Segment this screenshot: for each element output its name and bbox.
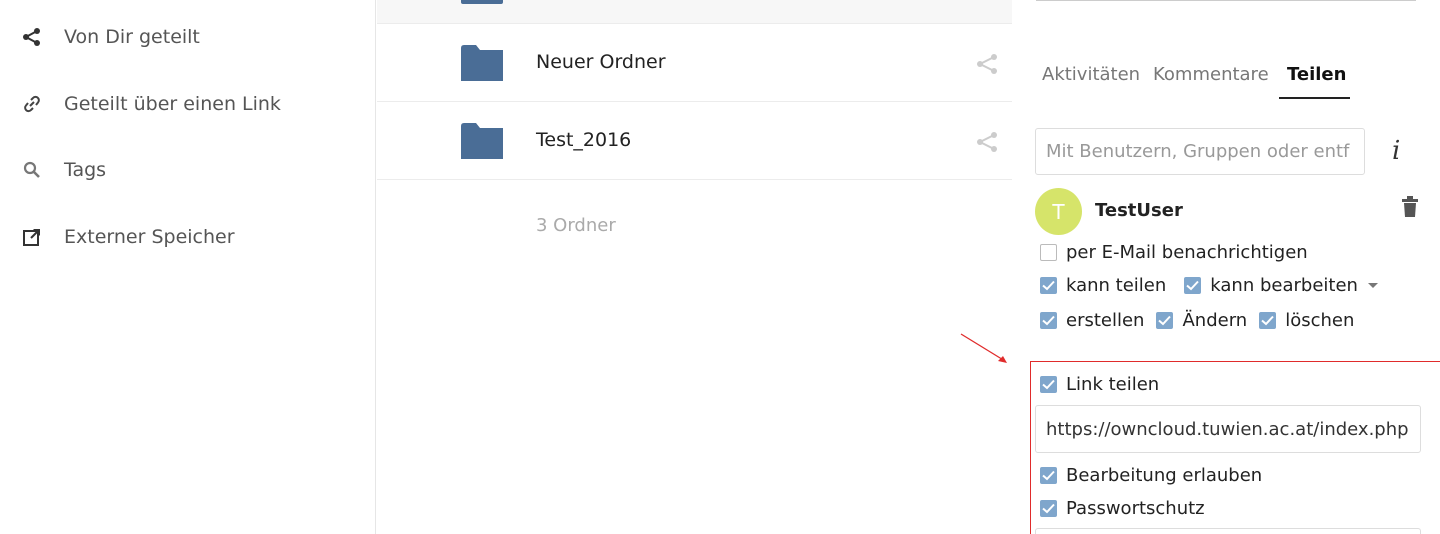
avatar: T [1035,188,1082,235]
search-icon [21,159,43,181]
can-edit-checkbox[interactable] [1184,277,1202,294]
checkbox-label: per E-Mail benachrichtigen [1066,242,1308,263]
create-checkbox[interactable] [1040,312,1057,329]
checkbox-label: Link teilen [1066,374,1160,395]
active-tab-indicator [1279,97,1350,99]
share-icon [21,26,43,48]
sidebar: Von Dir geteilt Geteilt über einen Link … [0,0,376,534]
folder-icon [461,45,503,81]
notify-email-row: per E-Mail benachrichtigen [1040,242,1326,263]
file-list: Neuer Ordner Test_2016 3 Ordner [377,0,1012,534]
share-link-row: Link teilen [1040,374,1177,395]
share-with-input[interactable] [1035,128,1365,175]
tab-comments[interactable]: Kommentare [1153,64,1269,85]
file-count-summary: 3 Ordner [536,215,616,236]
notify-email-checkbox[interactable] [1040,244,1057,261]
tab-activities[interactable]: Aktivitäten [1042,64,1140,85]
checkbox-label: Passwortschutz [1066,498,1205,519]
file-name[interactable]: Test_2016 [536,129,631,151]
folder-icon [461,0,503,4]
can-share-checkbox[interactable] [1040,277,1057,294]
sidebar-item-tags[interactable]: Tags [0,150,376,190]
share-link-url-field[interactable] [1035,405,1421,453]
file-row[interactable]: Neuer Ordner [377,24,1012,102]
sidebar-item-shared-by-you[interactable]: Von Dir geteilt [0,17,376,57]
sidebar-item-external-storage[interactable]: Externer Speicher [0,217,376,257]
file-name[interactable]: Neuer Ordner [536,51,666,73]
delete-checkbox[interactable] [1259,312,1277,329]
sidebar-item-label: Externer Speicher [64,226,235,248]
checkbox-label: kann bearbeiten [1210,275,1358,296]
checkbox-label: kann teilen [1066,275,1167,296]
allow-edit-checkbox[interactable] [1040,467,1057,484]
password-protect-checkbox[interactable] [1040,500,1057,517]
allow-edit-row: Bearbeitung erlauben [1040,465,1280,486]
change-checkbox[interactable] [1156,312,1174,329]
divider [1036,0,1416,1]
tab-sharing[interactable]: Teilen [1287,64,1346,85]
share-user-name: TestUser [1095,200,1183,221]
file-row-partial[interactable] [377,0,1012,24]
share-icon[interactable] [975,53,999,75]
password-field[interactable] [1035,528,1421,534]
info-icon[interactable]: i [1392,136,1400,166]
checkbox-label: erstellen [1066,310,1145,331]
checkbox-label: Bearbeitung erlauben [1066,465,1263,486]
annotation-arrow-icon [960,333,1007,363]
permissions-row-2: erstellen Ändern löschen [1040,310,1372,331]
checkbox-label: löschen [1285,310,1355,331]
permissions-row-1: kann teilen kann bearbeiten [1040,275,1378,296]
details-panel: Aktivitäten Kommentare Teilen i T TestUs… [1013,0,1440,534]
password-protect-row: Passwortschutz [1040,498,1223,519]
share-link-checkbox[interactable] [1040,376,1057,393]
checkbox-label: Ändern [1182,310,1248,331]
chevron-down-icon[interactable] [1367,283,1378,288]
file-row[interactable]: Test_2016 [377,102,1012,180]
link-icon [21,93,43,115]
external-link-icon [21,226,43,248]
sidebar-item-label: Geteilt über einen Link [64,93,281,115]
folder-icon [461,123,503,159]
sidebar-item-label: Tags [64,159,107,181]
trash-icon[interactable] [1401,196,1419,218]
sidebar-item-shared-by-link[interactable]: Geteilt über einen Link [0,84,376,124]
share-icon[interactable] [975,131,999,153]
sidebar-item-label: Von Dir geteilt [64,26,200,48]
